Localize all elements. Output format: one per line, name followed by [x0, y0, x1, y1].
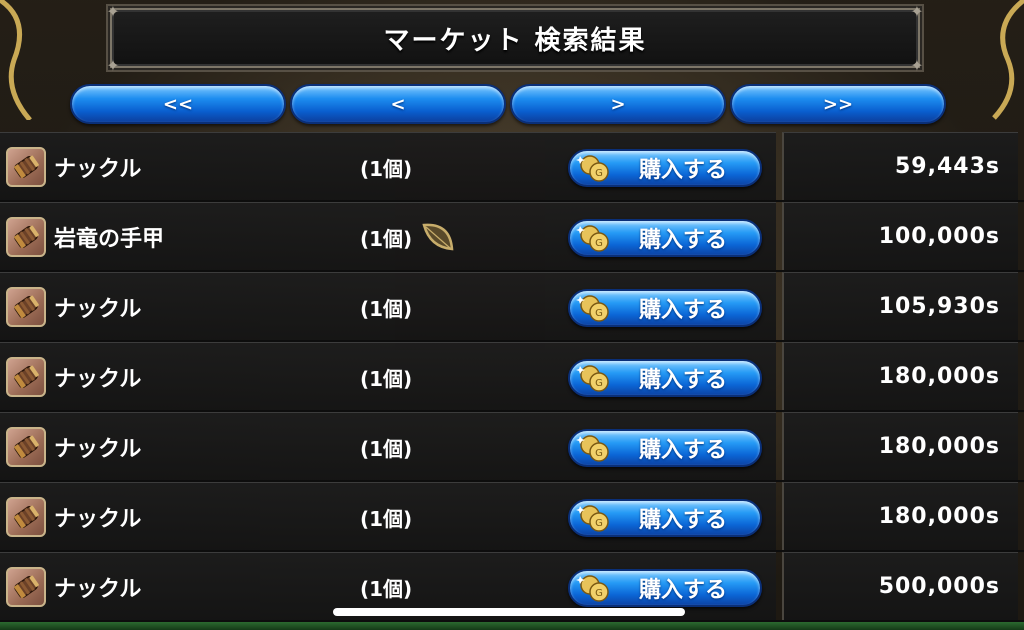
price-cell: 180,000s: [782, 482, 1018, 550]
bottom-strip: [0, 622, 1024, 630]
buy-button-label: 購入する: [638, 298, 727, 323]
item-name: ナックル: [54, 367, 142, 392]
home-indicator[interactable]: [333, 608, 685, 616]
item-quantity: (1個): [360, 436, 413, 461]
search-results-list: ナックル (1個) G 購入する 59,443s 岩竜の手甲 (1個) G 購入…: [0, 132, 1024, 622]
list-item: ナックル (1個) G 購入する 180,000s: [0, 342, 1024, 412]
item-price: 180,000s: [878, 434, 1000, 459]
coin-icon: G: [576, 295, 609, 322]
svg-text:G: G: [595, 588, 603, 599]
list-item: ナックル (1個) G 購入する 59,443s: [0, 132, 1024, 202]
item-row-main: ナックル (1個) G 購入する: [0, 132, 776, 200]
svg-text:G: G: [595, 308, 603, 319]
list-item: ナックル (1個) G 購入する 180,000s: [0, 412, 1024, 482]
coin-icon: G: [576, 505, 609, 532]
coin-icon: G: [576, 225, 609, 252]
price-cell: 500,000s: [782, 552, 1018, 620]
buy-button[interactable]: G 購入する: [568, 569, 762, 607]
price-cell: 59,443s: [782, 132, 1018, 200]
knuckle-icon: [6, 427, 46, 467]
item-name: ナックル: [54, 437, 142, 462]
buy-button-label: 購入する: [638, 438, 727, 463]
price-cell: 100,000s: [782, 202, 1018, 270]
svg-text:G: G: [595, 378, 603, 389]
item-price: 100,000s: [878, 224, 1000, 249]
right-ornament-icon: [992, 0, 1024, 120]
knuckle-icon: [6, 567, 46, 607]
leaf-icon: [422, 223, 454, 251]
knuckle-icon: [6, 357, 46, 397]
buy-button[interactable]: G 購入する: [568, 359, 762, 397]
item-quantity: (1個): [360, 156, 413, 181]
corner-ornament-icon: ✦: [910, 55, 924, 75]
pagination: << < > >>: [70, 84, 946, 124]
buy-button[interactable]: G 購入する: [568, 219, 762, 257]
price-cell: 180,000s: [782, 412, 1018, 480]
knuckle-icon: [6, 147, 46, 187]
buy-button[interactable]: G 購入する: [568, 149, 762, 187]
buy-button-label: 購入する: [638, 578, 727, 603]
svg-text:G: G: [595, 238, 603, 249]
item-price: 180,000s: [878, 364, 1000, 389]
item-row-main: ナックル (1個) G 購入する: [0, 342, 776, 410]
svg-text:G: G: [595, 448, 603, 459]
item-price: 500,000s: [878, 574, 1000, 599]
item-quantity: (1個): [360, 366, 413, 391]
item-name: ナックル: [54, 297, 142, 322]
knuckle-icon: [6, 497, 46, 537]
price-cell: 105,930s: [782, 272, 1018, 340]
list-item: 岩竜の手甲 (1個) G 購入する 100,000s: [0, 202, 1024, 272]
item-row-main: ナックル (1個) G 購入する: [0, 272, 776, 340]
buy-button-label: 購入する: [638, 228, 727, 253]
last-page-button[interactable]: >>: [730, 84, 946, 124]
item-price: 105,930s: [878, 294, 1000, 319]
item-row-main: ナックル (1個) G 購入する: [0, 482, 776, 550]
coin-icon: G: [576, 155, 609, 182]
list-item: ナックル (1個) G 購入する 180,000s: [0, 482, 1024, 552]
item-price: 59,443s: [895, 154, 1000, 179]
item-name: 岩竜の手甲: [54, 227, 165, 252]
buy-button[interactable]: G 購入する: [568, 499, 762, 537]
coin-icon: G: [576, 365, 609, 392]
knuckle-icon: [6, 217, 46, 257]
title-bar: ✦ ✦ ✦ ✦ マーケット 検索結果: [106, 2, 923, 75]
item-price: 180,000s: [878, 504, 1000, 529]
item-name: ナックル: [54, 577, 142, 602]
price-cell: 180,000s: [782, 342, 1018, 410]
next-page-button[interactable]: >: [510, 84, 726, 124]
svg-text:G: G: [595, 168, 603, 179]
buy-button-label: 購入する: [638, 368, 727, 393]
buy-button-label: 購入する: [638, 158, 727, 183]
buy-button[interactable]: G 購入する: [568, 289, 762, 327]
item-quantity: (1個): [360, 506, 413, 531]
item-name: ナックル: [54, 507, 142, 532]
item-row-main: ナックル (1個) G 購入する: [0, 412, 776, 480]
page-title: マーケット 検索結果: [383, 25, 647, 56]
svg-text:G: G: [595, 518, 603, 529]
prev-page-button[interactable]: <: [290, 84, 506, 124]
corner-ornament-icon: ✦: [106, 1, 120, 21]
corner-ornament-icon: ✦: [910, 1, 924, 21]
item-name: ナックル: [54, 157, 142, 182]
first-page-button[interactable]: <<: [70, 84, 286, 124]
coin-icon: G: [576, 575, 609, 602]
buy-button-label: 購入する: [638, 508, 727, 533]
left-ornament-icon: [0, 0, 32, 120]
coin-icon: G: [576, 435, 609, 462]
corner-ornament-icon: ✦: [106, 55, 120, 75]
item-quantity: (1個): [360, 226, 413, 251]
list-item: ナックル (1個) G 購入する 105,930s: [0, 272, 1024, 342]
buy-button[interactable]: G 購入する: [568, 429, 762, 467]
item-row-main: 岩竜の手甲 (1個) G 購入する: [0, 202, 776, 270]
knuckle-icon: [6, 287, 46, 327]
item-quantity: (1個): [360, 296, 413, 321]
